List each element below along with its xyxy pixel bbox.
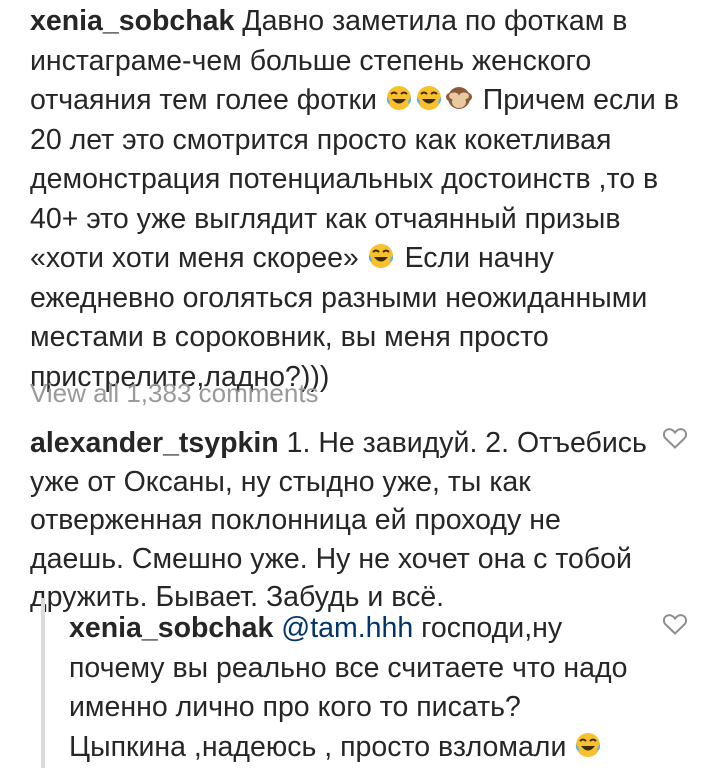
reply-username[interactable]: xenia_sobchak	[69, 612, 273, 644]
see-no-evil-monkey-icon	[445, 87, 472, 109]
reply-thread: xenia_sobchak @tam.hhh господи,ну почему…	[41, 598, 661, 768]
caption-username[interactable]: xenia_sobchak	[30, 5, 234, 37]
face-with-tears-of-joy-icon	[576, 732, 601, 757]
heart-outline-icon[interactable]	[662, 426, 688, 450]
comment-item: alexander_tsypkin 1. Не завидуй. 2. Отъе…	[30, 424, 650, 617]
face-with-tears-of-joy-icon	[416, 86, 441, 110]
reply-item: xenia_sobchak @tam.hhh господи,ну почему…	[69, 609, 629, 767]
heart-outline-icon[interactable]	[662, 612, 688, 636]
face-with-tears-of-joy-icon	[386, 86, 411, 110]
reply-mention-link[interactable]: @tam.hhh	[281, 612, 413, 644]
face-with-tears-of-joy-icon	[368, 244, 393, 268]
comment-username[interactable]: alexander_tsypkin	[30, 427, 279, 459]
reply-indent-line	[41, 598, 45, 768]
view-all-comments-link[interactable]: View all 1,383 comments	[30, 378, 319, 409]
post-caption: xenia_sobchak Давно заметила по фоткам в…	[30, 2, 700, 397]
